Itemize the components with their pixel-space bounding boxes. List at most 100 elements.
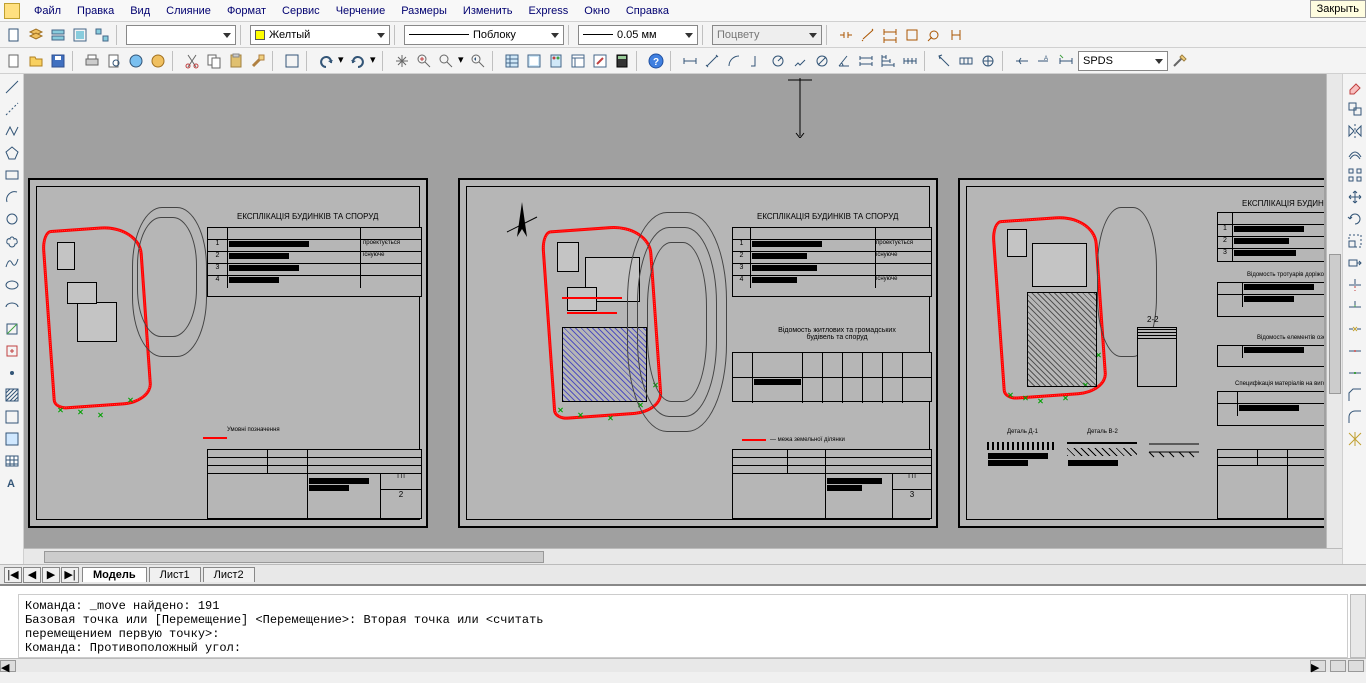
calc-icon[interactable] — [612, 51, 632, 71]
menu-file[interactable]: Файл — [26, 3, 69, 19]
tab-last-icon[interactable]: ▶| — [61, 567, 79, 583]
ellipse-icon[interactable] — [3, 276, 21, 294]
line-icon[interactable] — [3, 78, 21, 96]
table-icon[interactable] — [3, 452, 21, 470]
menu-express[interactable]: Express — [521, 3, 577, 19]
cmd-scroll-right-icon[interactable]: ▶ — [1310, 660, 1326, 672]
dim-bas-icon[interactable] — [878, 51, 898, 71]
layer-iso-icon[interactable] — [92, 25, 112, 45]
menu-dims[interactable]: Размеры — [393, 3, 455, 19]
menu-format[interactable]: Формат — [219, 3, 274, 19]
tab-layout1[interactable]: Лист1 — [149, 567, 201, 582]
cmd-scroll-end2-icon[interactable] — [1348, 660, 1364, 672]
dim2-icon[interactable] — [858, 25, 878, 45]
point-icon[interactable] — [3, 364, 21, 382]
insert-icon[interactable] — [3, 320, 21, 338]
dim-ang-icon[interactable] — [834, 51, 854, 71]
dim-qck-icon[interactable] — [856, 51, 876, 71]
redo-icon[interactable] — [348, 51, 368, 71]
trim-icon[interactable] — [1346, 276, 1364, 294]
match-icon[interactable] — [248, 51, 268, 71]
new-icon[interactable] — [4, 51, 24, 71]
menu-modify[interactable]: Изменить — [455, 3, 521, 19]
dim-rad-icon[interactable] — [768, 51, 788, 71]
offset-icon[interactable] — [1346, 144, 1364, 162]
menu-edit[interactable]: Правка — [69, 3, 122, 19]
spline-icon[interactable] — [3, 254, 21, 272]
menu-view[interactable]: Вид — [122, 3, 158, 19]
menu-draw[interactable]: Черчение — [328, 3, 394, 19]
dim-con-icon[interactable] — [900, 51, 920, 71]
ellipse-arc-icon[interactable] — [3, 298, 21, 316]
dim-dia-icon[interactable] — [812, 51, 832, 71]
dim-edit-icon[interactable] — [1012, 51, 1032, 71]
prop-icon[interactable] — [502, 51, 522, 71]
plotstyle-dropdown[interactable]: Поцвету — [712, 25, 822, 45]
redo-dropdown-icon[interactable]: ▾ — [370, 53, 378, 69]
linetype-dropdown[interactable]: Поблоку — [404, 25, 564, 45]
cmd-hscroll[interactable]: ◀ ▶ — [0, 658, 1366, 672]
hatch-icon[interactable] — [3, 386, 21, 404]
tab-next-icon[interactable]: ▶ — [42, 567, 60, 583]
menu-window[interactable]: Окно — [576, 3, 618, 19]
close-button[interactable]: Закрыть — [1310, 0, 1366, 18]
xline-icon[interactable] — [3, 100, 21, 118]
erase-icon[interactable] — [1346, 78, 1364, 96]
undo-icon[interactable] — [316, 51, 336, 71]
tab-first-icon[interactable]: |◀ — [4, 567, 22, 583]
ws-settings-icon[interactable] — [1170, 51, 1190, 71]
menu-help[interactable]: Справка — [618, 3, 677, 19]
color-dropdown[interactable]: Желтый — [250, 25, 390, 45]
canvas-vscroll[interactable] — [1326, 74, 1342, 548]
dim-jog-icon[interactable] — [790, 51, 810, 71]
array-icon[interactable] — [1346, 166, 1364, 184]
tab-model[interactable]: Модель — [82, 567, 147, 582]
dim-ord-icon[interactable] — [746, 51, 766, 71]
sheetset-icon[interactable] — [568, 51, 588, 71]
extend-icon[interactable] — [1346, 298, 1364, 316]
move-icon[interactable] — [1346, 188, 1364, 206]
new-file-icon[interactable] — [4, 25, 24, 45]
zoom-win-icon[interactable] — [436, 51, 456, 71]
stretch-icon[interactable] — [1346, 254, 1364, 272]
tab-layout2[interactable]: Лист2 — [203, 567, 255, 582]
paste-icon[interactable] — [226, 51, 246, 71]
layer-states-icon[interactable] — [70, 25, 90, 45]
dim-tol-icon[interactable] — [956, 51, 976, 71]
scale-icon[interactable] — [1346, 232, 1364, 250]
arc-icon[interactable] — [3, 188, 21, 206]
cmd-scroll-left-icon[interactable]: ◀ — [0, 660, 16, 672]
pan-icon[interactable] — [392, 51, 412, 71]
layer-prev-icon[interactable] — [48, 25, 68, 45]
fillet-icon[interactable] — [1346, 408, 1364, 426]
dim-tedit-icon[interactable]: A — [1034, 51, 1054, 71]
undo-dropdown-icon[interactable]: ▾ — [338, 53, 346, 69]
dist-dim-icon[interactable] — [836, 25, 856, 45]
explode-icon[interactable] — [1346, 430, 1364, 448]
markup-icon[interactable] — [590, 51, 610, 71]
dwf-icon[interactable] — [148, 51, 168, 71]
break-at-icon[interactable] — [1346, 342, 1364, 360]
command-line[interactable]: Команда: _move найдено: 191 Базовая точк… — [18, 594, 1348, 658]
cut-icon[interactable] — [182, 51, 202, 71]
save-icon[interactable] — [48, 51, 68, 71]
rotate-icon[interactable] — [1346, 210, 1364, 228]
gradient-icon[interactable] — [3, 408, 21, 426]
dim-cen-icon[interactable] — [978, 51, 998, 71]
preview-icon[interactable] — [104, 51, 124, 71]
revcloud-icon[interactable] — [3, 232, 21, 250]
circle-icon[interactable] — [3, 210, 21, 228]
drawing-canvas[interactable]: ЕКСПЛІКАЦІЯ БУДИНКІВ ТА СПОРУД 1проектує… — [24, 74, 1342, 564]
dim6-icon[interactable] — [946, 25, 966, 45]
cmd-scroll-end1-icon[interactable] — [1330, 660, 1346, 672]
block-icon[interactable] — [282, 51, 302, 71]
rect-icon[interactable] — [3, 166, 21, 184]
pline-icon[interactable] — [3, 122, 21, 140]
mtext-icon[interactable]: A — [3, 474, 21, 492]
dim-space-icon[interactable] — [934, 51, 954, 71]
workspace-dropdown[interactable]: SPDS — [1078, 51, 1168, 71]
dim-arc-icon[interactable] — [724, 51, 744, 71]
dim-upd-icon[interactable] — [1056, 51, 1076, 71]
make-block-icon[interactable] — [3, 342, 21, 360]
toolpalette-icon[interactable] — [546, 51, 566, 71]
